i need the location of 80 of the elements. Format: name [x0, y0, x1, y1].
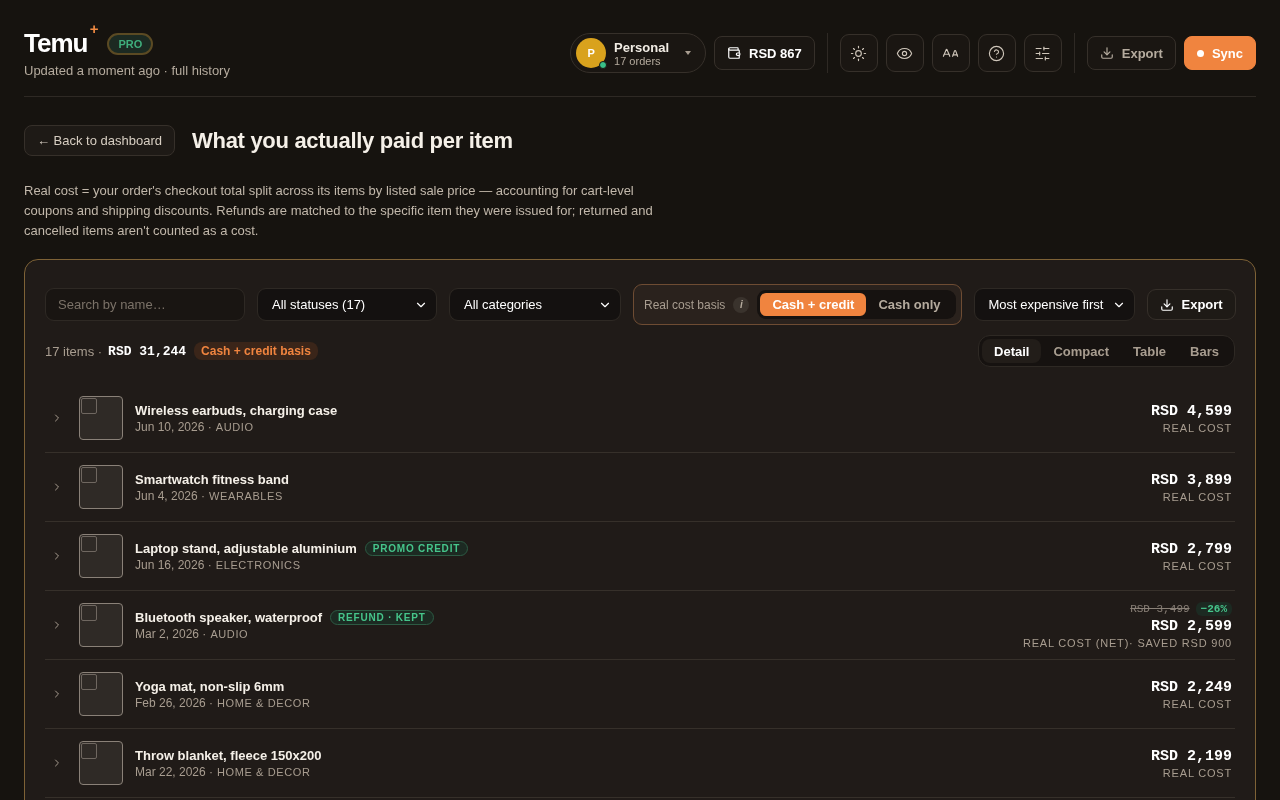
- item-date: Feb 26, 2026 ·: [135, 695, 214, 710]
- status-dot-icon: [1196, 49, 1204, 57]
- download-icon: [1159, 297, 1174, 312]
- basis-label: Real cost basis: [644, 297, 726, 312]
- item-name: Throw blanket, fleece 150x200: [135, 747, 322, 763]
- eye-button[interactable]: [885, 34, 924, 72]
- price-caption: REAL COST: [1162, 559, 1232, 572]
- sort-select[interactable]: Most expensive first: [973, 288, 1135, 321]
- total-amount: RSD 31,244: [108, 343, 187, 359]
- search-field[interactable]: Search by name…: [45, 288, 245, 321]
- basis-tag: Cash + credit basis: [194, 342, 318, 360]
- view-tab[interactable]: Bars: [1178, 339, 1231, 363]
- export-button[interactable]: Export: [1146, 289, 1236, 320]
- item-date: Jun 16, 2026 ·: [135, 557, 212, 572]
- item-name: Smartwatch fitness band: [135, 471, 289, 487]
- item-date: Mar 22, 2026 ·: [135, 764, 214, 779]
- wallet-balance-button[interactable]: RSD 867: [714, 36, 815, 70]
- item-price: RSD 3,899: [1151, 471, 1232, 489]
- item-name: Laptop stand, adjustable aluminium: [135, 540, 357, 556]
- profile-name: Personal: [614, 39, 669, 55]
- image-placeholder: [79, 741, 123, 785]
- item-name: Bluetooth speaker, waterproof: [135, 609, 323, 625]
- image-placeholder: [79, 396, 123, 440]
- status-select[interactable]: All statuses (17): [257, 288, 437, 321]
- plan-badge: PRO: [107, 32, 154, 55]
- image-placeholder: [79, 672, 123, 716]
- item-price: RSD 2,249: [1151, 678, 1232, 696]
- original-price: RSD 3,499: [1130, 602, 1190, 615]
- info-icon[interactable]: i: [733, 296, 750, 313]
- image-placeholder: [79, 465, 123, 509]
- price-caption: REAL COST (NET)· SAVED RSD 900: [1023, 636, 1232, 649]
- item-category: HOME & DECOR: [217, 696, 311, 709]
- category-select[interactable]: All categories: [449, 288, 621, 321]
- item-date: Jun 10, 2026 ·: [135, 419, 212, 434]
- item-category: AUDIO: [215, 420, 254, 433]
- back-button[interactable]: ← Back to dashboard: [24, 125, 176, 156]
- item-count: 17 items ·: [45, 343, 103, 359]
- logo-mark: +: [89, 20, 98, 37]
- price-caption: REAL COST: [1162, 766, 1232, 779]
- description: Real cost = your order's checkout total split across its items by listed sale price — accounting for cart-level coupons and shipping discounts. Refunds are matched to the specific item they were issued for; returned and cancelled items aren't counted as a cost.: [24, 182, 654, 240]
- view-tab[interactable]: Detail: [982, 339, 1042, 363]
- download-icon: [1099, 46, 1114, 60]
- item-date: Jun 4, 2026 ·: [135, 488, 206, 503]
- profile-switcher[interactable]: P Personal 17 orders: [570, 33, 706, 73]
- export-button[interactable]: Export: [1086, 36, 1176, 70]
- page-title: What you actually paid per item: [192, 127, 513, 154]
- item-badge: PROMO CREDIT: [364, 540, 469, 556]
- discount-badge: −26%: [1195, 601, 1232, 616]
- item-category: AUDIO: [210, 627, 249, 640]
- help-button[interactable]: [977, 34, 1016, 72]
- item-category: HOME & DECOR: [217, 765, 311, 778]
- text-size-button[interactable]: [931, 34, 970, 72]
- wallet-icon: [727, 46, 741, 60]
- item-name: Yoga mat, non-slip 6mm: [135, 678, 285, 694]
- basis-option[interactable]: Cash only: [866, 293, 953, 316]
- view-tab[interactable]: Compact: [1041, 339, 1122, 363]
- image-placeholder: [79, 603, 123, 647]
- help-icon: [988, 44, 1006, 62]
- settings-button[interactable]: [1023, 34, 1062, 72]
- image-placeholder: [79, 534, 123, 578]
- item-date: Mar 2, 2026 ·: [135, 626, 207, 641]
- view-tab[interactable]: Table: [1121, 339, 1179, 363]
- update-status: Updated a moment ago · full history: [24, 63, 230, 78]
- sun-icon: [850, 44, 868, 62]
- item-badge: REFUND · KEPT: [330, 609, 434, 625]
- item-category: ELECTRONICS: [215, 558, 301, 571]
- item-price: RSD 2,599: [1151, 617, 1232, 635]
- price-caption: REAL COST: [1162, 697, 1232, 710]
- item-price: RSD 2,799: [1151, 540, 1232, 558]
- item-name: Wireless earbuds, charging case: [135, 402, 338, 418]
- settings-icon: [1034, 44, 1052, 62]
- item-category: WEARABLES: [209, 489, 283, 502]
- caret-icon: [685, 51, 691, 55]
- item-price: RSD 2,199: [1151, 747, 1232, 765]
- price-caption: REAL COST: [1162, 421, 1232, 434]
- price-caption: REAL COST: [1162, 490, 1232, 503]
- item-price: RSD 4,599: [1151, 402, 1232, 420]
- avatar: P: [576, 38, 607, 68]
- order-count: 17 orders: [614, 54, 662, 67]
- sun-button[interactable]: [839, 34, 878, 72]
